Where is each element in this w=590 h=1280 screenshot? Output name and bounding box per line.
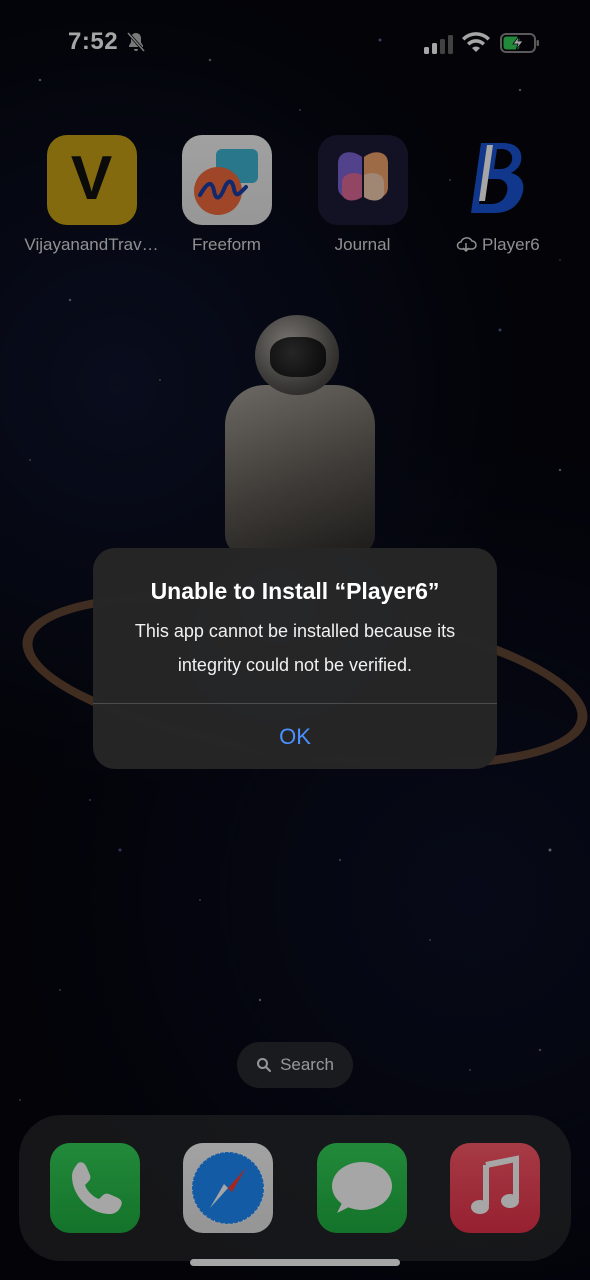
alert-message: This app cannot be installed because its… xyxy=(134,621,456,675)
install-error-alert: Unable to Install “Player6” This app can… xyxy=(93,548,497,769)
ok-button[interactable]: OK xyxy=(93,704,497,769)
alert-title: Unable to Install “Player6” xyxy=(150,578,440,604)
